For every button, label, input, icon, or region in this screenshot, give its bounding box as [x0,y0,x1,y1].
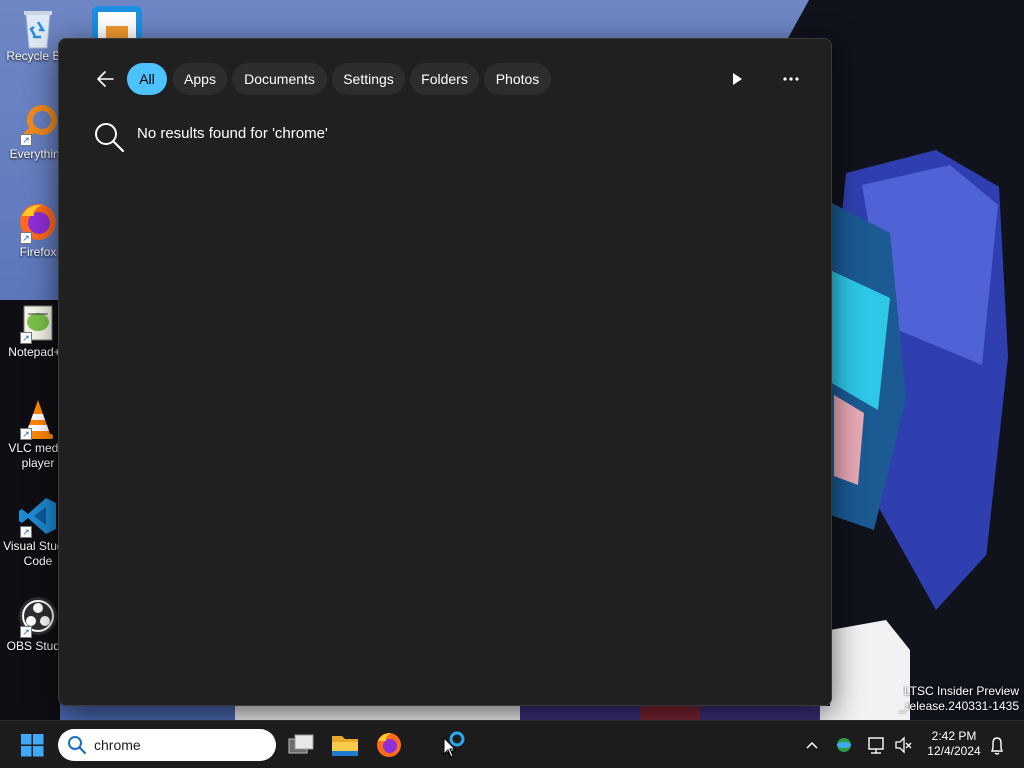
vlc-icon: ↗ [18,398,58,440]
task-view-button[interactable] [281,725,321,765]
back-button[interactable] [91,61,123,97]
filter-chip-all[interactable]: All [127,63,167,95]
os-build-watermark: LTSC Insider Preview _release.240331-143… [899,684,1019,714]
volume-button[interactable] [890,725,916,765]
shortcut-arrow-icon: ↗ [20,428,32,440]
clock[interactable]: 2:42 PM 12/4/2024 [920,729,988,759]
filter-chip-photos[interactable]: Photos [484,63,551,95]
search-icon [68,736,87,755]
filter-chip-folders[interactable]: Folders [410,63,479,95]
globe-icon [837,738,851,752]
start-button[interactable] [12,725,52,765]
everything-icon: ↗ [18,104,58,146]
firefox-icon: ↗ [18,202,58,244]
taskbar: chrome 2:42 PM 12/4/2024 [0,720,1024,768]
taskbar-search-input[interactable]: chrome [58,729,276,761]
network-button[interactable] [862,725,890,765]
wallpaper-shape [640,706,700,720]
more-options-button[interactable] [775,63,807,95]
watermark-line: LTSC Insider Preview [903,684,1019,698]
volume-muted-icon [895,736,912,754]
obs-icon: ↗ [18,596,58,638]
filter-chip-settings[interactable]: Settings [332,63,405,95]
tray-app-button[interactable] [830,725,858,765]
clock-date: 12/4/2024 [927,744,981,758]
notifications-button[interactable] [984,725,1010,765]
mouse-cursor-icon [443,737,457,758]
shortcut-arrow-icon: ↗ [20,626,32,638]
filter-chip-documents[interactable]: Documents [232,63,327,95]
task-view-icon [288,734,314,754]
shortcut-arrow-icon: ↗ [20,332,32,344]
clock-time: 2:42 PM [931,729,977,743]
search-flyout: All Apps Documents Settings Folders Phot… [58,38,832,706]
folder-icon [332,736,358,756]
more-filters-button[interactable] [723,63,751,95]
recycle-bin-icon [18,6,58,49]
file-explorer-button[interactable] [325,725,365,765]
firefox-icon [377,733,401,757]
bell-icon [991,737,1003,755]
search-filter-bar: All Apps Documents Settings Folders Phot… [59,61,831,97]
chevron-up-icon [806,741,818,749]
ellipsis-icon [783,77,799,81]
filter-chip-apps[interactable]: Apps [173,63,227,95]
play-icon [733,73,742,85]
desktop-icon-partial[interactable] [92,6,142,40]
watermark-line: _release.240331-1435 [898,699,1019,713]
vscode-icon: ↗ [18,496,58,538]
shortcut-arrow-icon: ↗ [20,232,32,244]
windows-logo-icon [21,734,44,757]
arrow-left-icon [97,71,114,87]
firefox-taskbar-button[interactable] [369,725,409,765]
search-query-text: chrome [94,737,141,753]
notepad-plus-plus-icon: ↗ [18,302,58,344]
search-icon [95,123,125,153]
no-results-text: No results found for 'chrome' [137,125,328,142]
app-icon [92,6,142,40]
network-icon [868,737,884,754]
shortcut-arrow-icon: ↗ [20,526,32,538]
show-hidden-icons-button[interactable] [798,725,826,765]
shortcut-arrow-icon: ↗ [20,134,32,146]
